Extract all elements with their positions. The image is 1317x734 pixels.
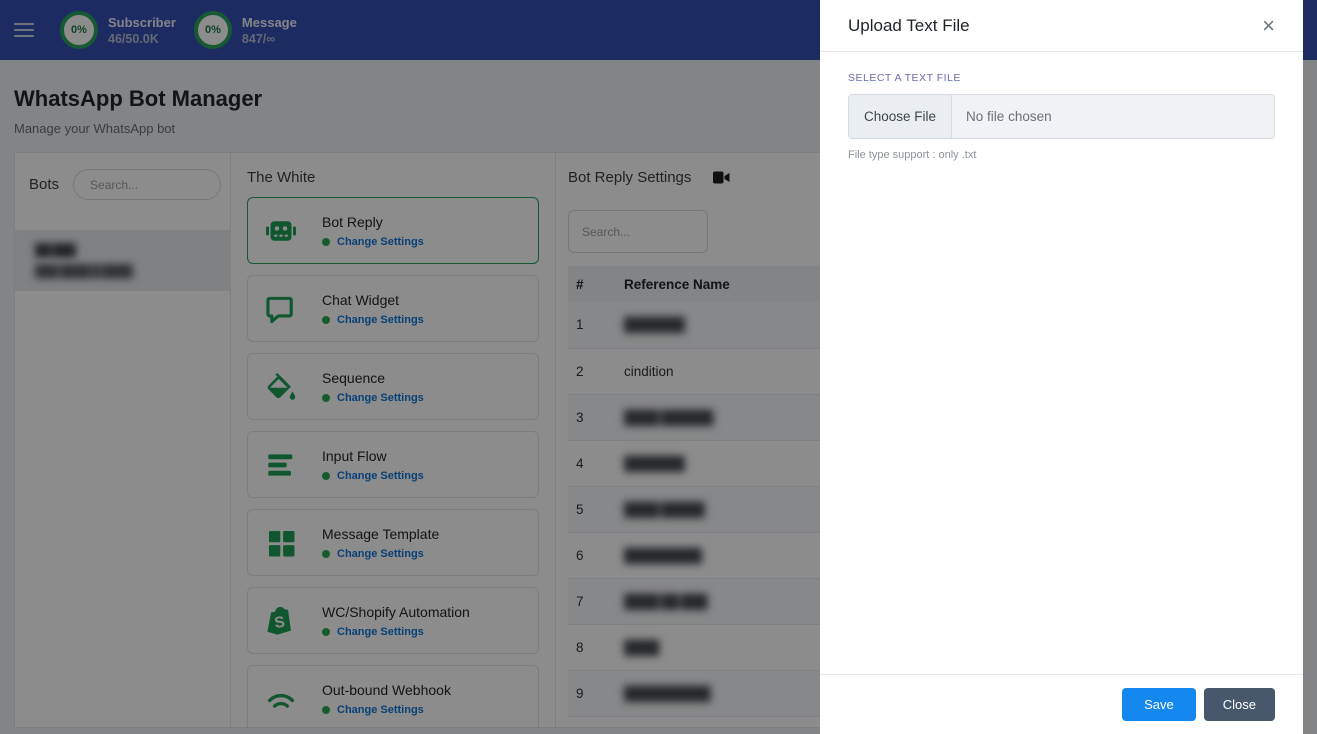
file-chosen-status: No file chosen [966,109,1052,124]
file-type-hint: File type support : only .txt [848,149,977,161]
close-icon[interactable]: × [1262,14,1275,37]
modal-title: Upload Text File [848,15,970,35]
modal-footer: Save Close [820,674,1303,734]
upload-text-file-modal: Upload Text File × SELECT A TEXT FILE Ch… [820,0,1303,734]
modal-body: SELECT A TEXT FILE Choose File No file c… [820,52,1303,674]
close-button[interactable]: Close [1203,688,1275,721]
save-button[interactable]: Save [1122,688,1196,721]
modal-header: Upload Text File × [820,0,1303,52]
file-input[interactable]: Choose File No file chosen [848,94,1275,139]
choose-file-button[interactable]: Choose File [849,95,953,138]
file-field-label: SELECT A TEXT FILE [848,72,961,84]
